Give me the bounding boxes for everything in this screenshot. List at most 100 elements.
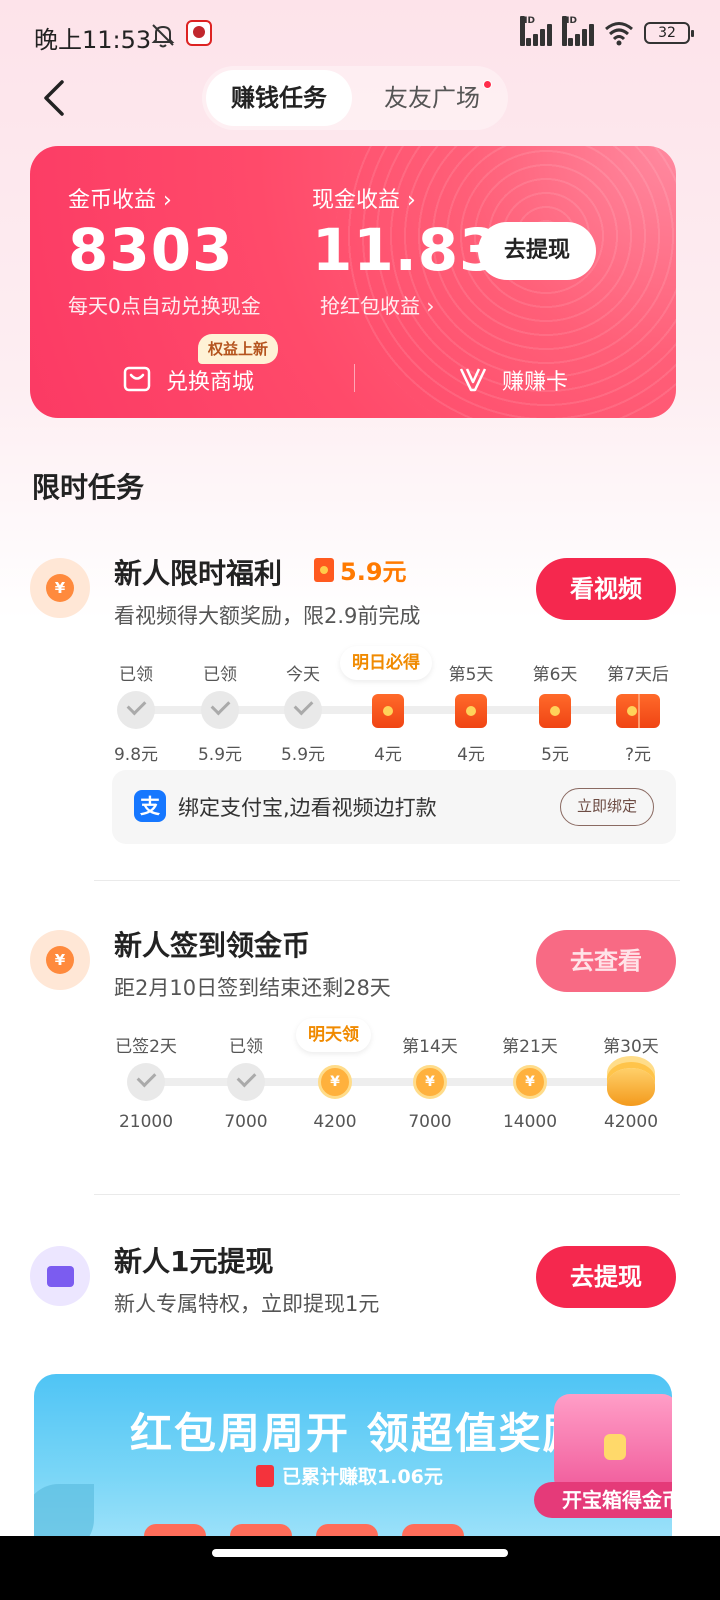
home-indicator[interactable] [212,1549,508,1557]
cash-earnings-value: 11.83 [312,216,501,284]
bind-now-button[interactable]: 立即绑定 [560,788,654,826]
yuan-coin-icon [30,558,90,618]
leaf-decoration [34,1484,94,1544]
red-packet-earnings-link[interactable]: 抢红包收益 › [320,290,434,319]
red-packet-icon [314,557,334,582]
task-desc: 新人专属特权，立即提现1元 [114,1292,380,1316]
day-amount: 7000 [224,1112,268,1132]
coin-earnings-link[interactable]: 金币收益 › [68,182,172,214]
day-amount: 5元 [541,745,569,765]
coin-icon: ¥ [413,1065,447,1099]
red-packet-icon [372,694,404,728]
banner-title: 红包周周开 领超值奖励 [130,1409,587,1458]
new-benefits-badge: 权益上新 [198,334,279,364]
tomorrow-guaranteed-bubble: 明日必得 [340,646,432,680]
day-label: 今天 [286,665,320,685]
day-amount: 4元 [374,745,402,765]
earn-card-link[interactable]: 赚赚卡 [502,364,568,396]
tab-friends-square[interactable]: 友友广场 [362,70,502,126]
day-label: 第30天 [603,1037,659,1057]
double-red-packet-icon [616,694,660,728]
day-amount: 5.9元 [280,745,326,765]
day-amount: 7000 [408,1112,452,1132]
bind-alipay-text: 绑定支付宝,边看视频边打款 [178,796,437,820]
battery-icon: 32 [644,22,694,44]
day-amount: ?元 [624,745,652,765]
withdraw-one-yuan-button[interactable]: 去提现 [536,1246,676,1308]
day-amount: 5.9元 [197,745,243,765]
tab-earn-tasks[interactable]: 赚钱任务 [206,70,352,126]
alipay-icon: 支 [134,790,166,822]
status-time: 晚上11:53 [34,26,152,54]
task-title-newcomer-bonus: 新人限时福利 [114,557,283,590]
withdraw-button[interactable]: 去提现 [478,222,596,280]
card-divider [354,364,355,392]
banner-subtitle-text: 已累计赚取1.06元 [282,1466,443,1488]
day-label: 第5天 [448,665,494,685]
day-label: 已领 [119,665,153,685]
coin-icon: ¥ [513,1065,547,1099]
coin-icon: ¥ [318,1065,352,1099]
v-card-icon [459,368,487,392]
red-packet-icon [539,694,571,728]
signal-icon-2: HD [562,16,594,46]
wifi-icon [605,22,633,46]
app-notification-icon [186,20,212,46]
divider [94,1194,680,1195]
coin-earnings-value: 8303 [68,216,234,284]
day-amount: 42000 [603,1112,659,1132]
back-arrow-icon[interactable] [36,78,76,118]
notification-dot [483,80,492,89]
day-amount: 14000 [502,1112,558,1132]
day-amount: 4200 [313,1112,357,1132]
earnings-card: 金币收益 › 8303 每天0点自动兑换现金 现金收益 › 11.83 抢红包收… [30,146,676,418]
watch-video-button[interactable]: 看视频 [536,558,676,620]
exchange-mall-link[interactable]: 兑换商城 [166,364,254,396]
mute-bell-icon [151,24,175,48]
check-icon [117,691,155,729]
signal-icon: HD [520,16,552,46]
navigation-bar [0,1536,720,1600]
yuan-coin-icon [30,930,90,990]
open-chest-tag[interactable]: 开宝箱得金币 [534,1482,672,1518]
divider [94,880,680,881]
top-tabs: 赚钱任务 友友广场 [202,66,508,130]
shop-bag-icon [123,366,151,392]
bind-alipay-bar: 支 绑定支付宝,边看视频边打款 立即绑定 [112,770,676,844]
banner-subtitle: 已累计赚取1.06元 [256,1462,443,1489]
coin-earnings-note: 每天0点自动兑换现金 [68,294,261,318]
day-amount: 4元 [457,745,485,765]
red-packet-icon [455,694,487,728]
weekly-red-packet-banner[interactable]: 红包周周开 领超值奖励 已累计赚取1.06元 开宝箱得金币 [34,1374,672,1544]
view-checkin-button[interactable]: 去查看 [536,930,676,992]
reward-amount: 5.9元 [340,558,407,586]
day-amount: 9.8元 [113,745,159,765]
wallet-icon [30,1246,90,1306]
coin-stack-icon [607,1068,655,1106]
reward-tag: 5.9元 [314,552,407,587]
day-amount: 21000 [118,1112,174,1132]
progress-track [130,1078,650,1086]
day-label: 已领 [203,665,237,685]
check-icon [227,1063,265,1101]
day-label: 第7天后 [607,665,669,685]
red-packet-icon [256,1464,274,1487]
check-icon [127,1063,165,1101]
task-title-one-yuan: 新人1元提现 [114,1245,274,1278]
status-bar: 晚上11:53 HD HD 32 [0,0,720,70]
tab-friends-square-label: 友友广场 [384,84,480,112]
task-desc: 看视频得大额奖励，限2.9前完成 [114,604,421,628]
day-label: 已签2天 [115,1037,177,1057]
task-title-checkin: 新人签到领金币 [114,929,311,962]
cash-earnings-link[interactable]: 现金收益 › [312,182,416,214]
check-icon [201,691,239,729]
day-label: 第21天 [502,1037,558,1057]
section-title: 限时任务 [32,471,145,504]
treasure-chest-icon [554,1394,672,1494]
check-icon [284,691,322,729]
tomorrow-claim-bubble: 明天领 [296,1018,371,1052]
day-label: 第14天 [402,1037,458,1057]
day-label: 第6天 [532,665,578,685]
task-desc: 距2月10日签到结束还剩28天 [114,976,391,1000]
day-label: 已领 [229,1037,263,1057]
